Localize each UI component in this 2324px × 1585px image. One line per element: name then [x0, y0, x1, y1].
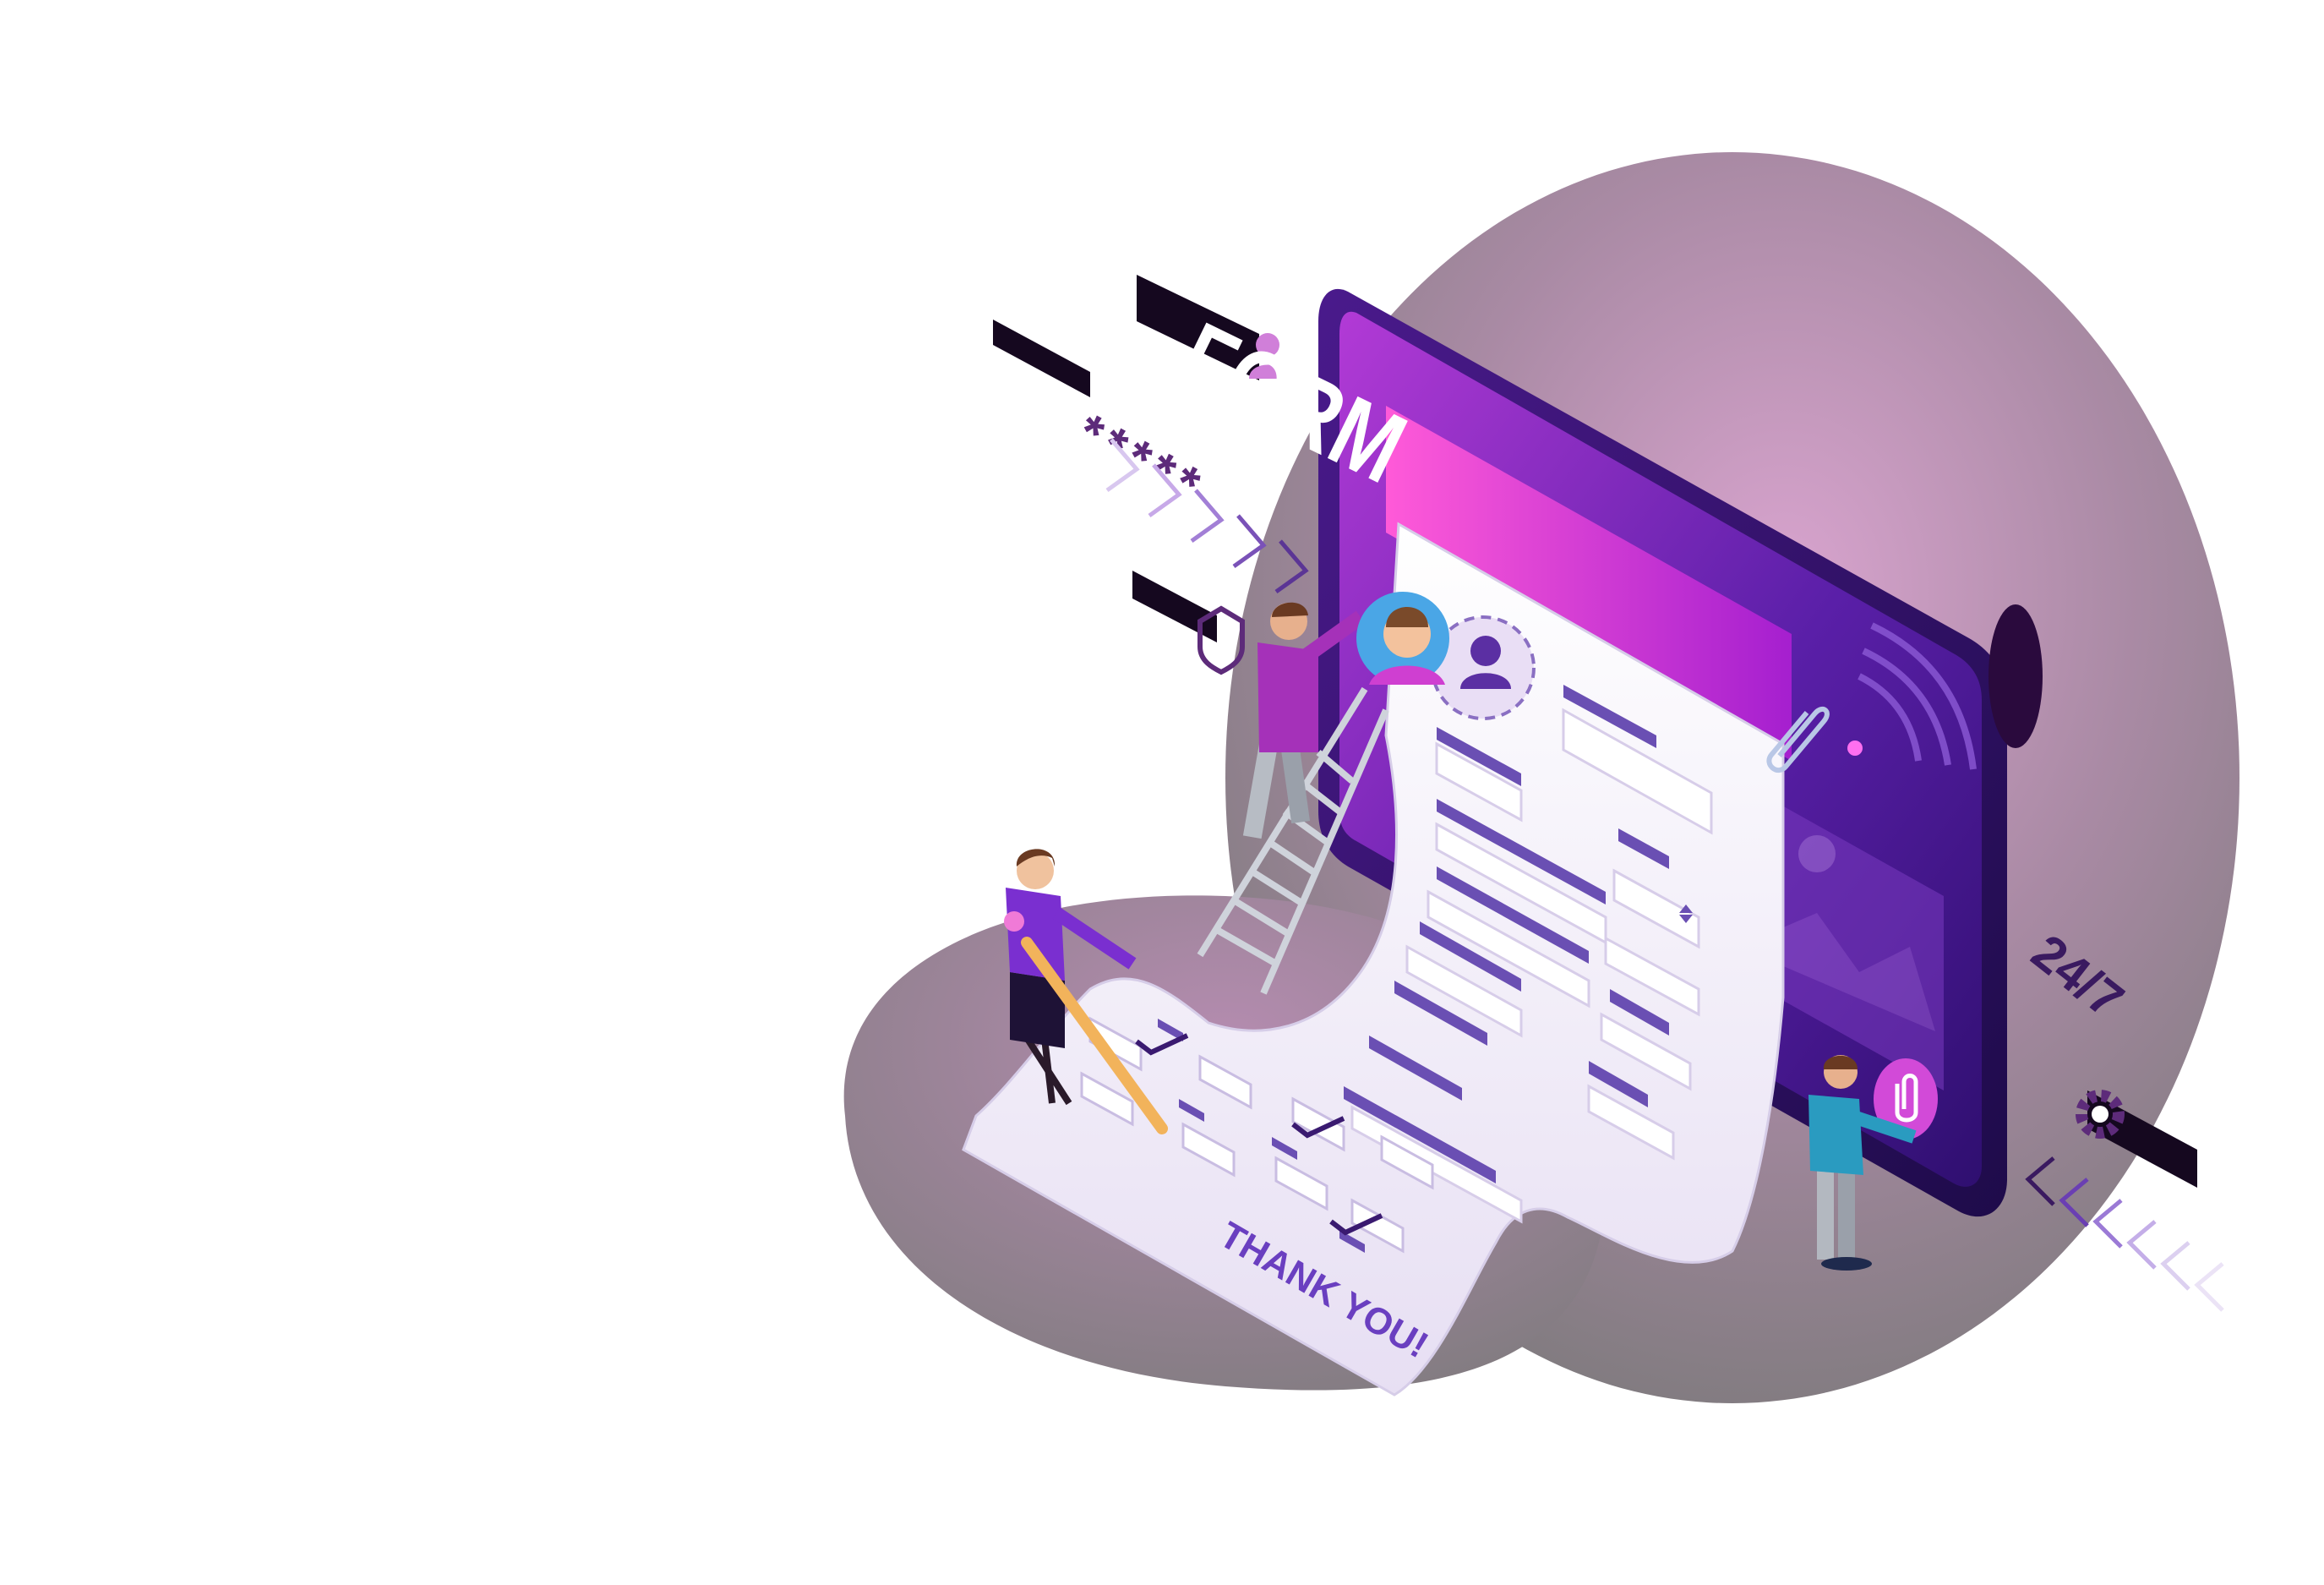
form-illustration: ***** FORM THANK YOU! 24/7: [843, 152, 2239, 1403]
camera-dot: [1847, 741, 1863, 756]
tablet-knob: [1988, 604, 2043, 748]
avatar-badge: [1356, 592, 1449, 685]
password-mask: *****: [1067, 402, 1214, 517]
shield-icon: [1197, 605, 1245, 675]
